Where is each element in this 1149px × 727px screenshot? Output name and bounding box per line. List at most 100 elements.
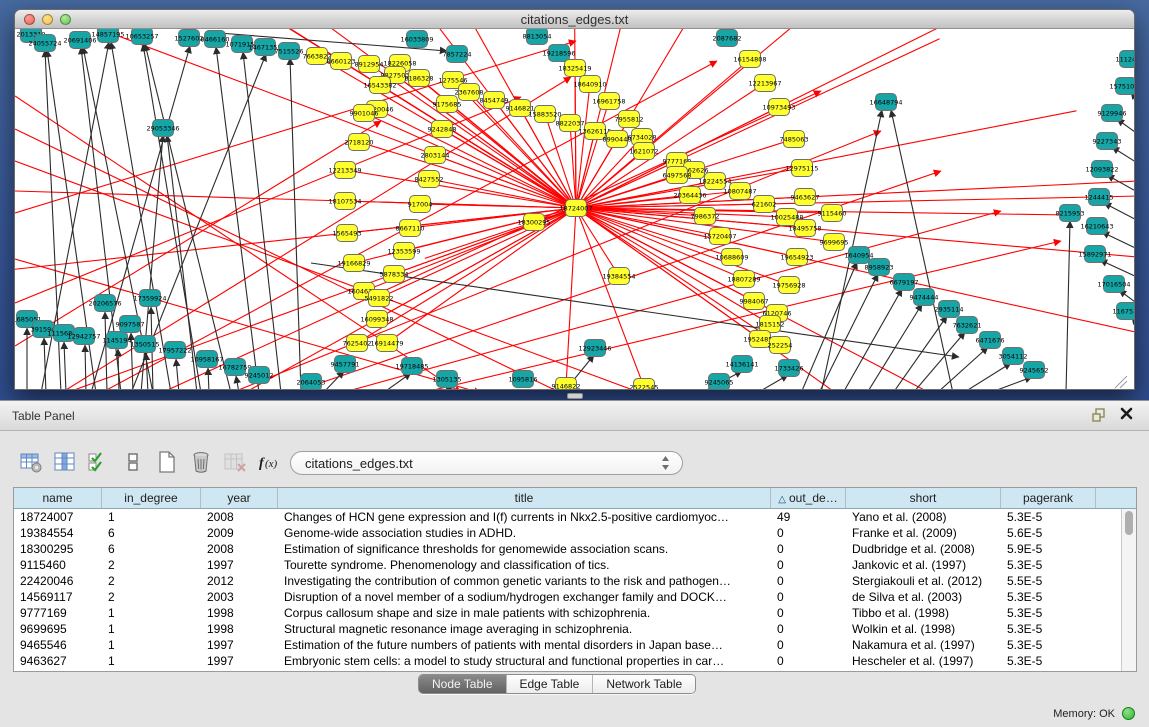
table-row[interactable]: 946362711997Embryonic stem cells: a mode… xyxy=(14,653,1136,669)
cell-out_de[interactable]: 0 xyxy=(771,557,846,573)
cell-pagerank[interactable]: 5.3E-5 xyxy=(1001,509,1096,525)
graph-node[interactable]: 10688609 xyxy=(715,249,748,266)
cell-out_de[interactable]: 0 xyxy=(771,589,846,605)
graph-node[interactable]: 1815152 xyxy=(756,316,785,333)
cell-out_de[interactable]: 0 xyxy=(771,621,846,637)
graph-node[interactable]: 18325419 xyxy=(558,60,591,77)
cell-title[interactable]: Tourette syndrome. Phenomenology and cla… xyxy=(278,557,771,573)
graph-node[interactable]: 18640910 xyxy=(573,76,606,93)
column-header-pagerank[interactable]: pagerank xyxy=(1001,488,1096,508)
graph-node[interactable]: 1527602 xyxy=(175,30,204,47)
graph-node[interactable]: 9242848 xyxy=(428,121,457,138)
graph-node[interactable]: 9175685 xyxy=(433,96,462,113)
graph-node[interactable]: 8186328 xyxy=(405,70,434,87)
table-row[interactable]: 1830029562008Estimation of significance … xyxy=(14,541,1136,557)
graph-node[interactable]: 9129946 xyxy=(1098,105,1127,122)
graph-node[interactable]: 17016504 xyxy=(1097,276,1130,293)
graph-node[interactable]: 2522545 xyxy=(630,379,659,391)
cell-in_degree[interactable]: 1 xyxy=(102,605,201,621)
cell-title[interactable]: Estimation of the future numbers of pati… xyxy=(278,637,771,653)
cell-in_degree[interactable]: 1 xyxy=(102,637,201,653)
graph-node[interactable]: 1167534 xyxy=(1113,303,1134,320)
cell-pagerank[interactable]: 5.6E-5 xyxy=(1001,525,1096,541)
graph-node[interactable]: 9245652 xyxy=(1020,362,1049,379)
network-canvas[interactable]: 2013310240557242069140614857195106532571… xyxy=(15,29,1134,390)
graph-node[interactable]: 9115460 xyxy=(818,205,847,222)
cell-short[interactable]: de Silva et al. (2003) xyxy=(846,589,1001,605)
cell-pagerank[interactable]: 5.5E-5 xyxy=(1001,573,1096,589)
cell-pagerank[interactable]: 5.3E-5 xyxy=(1001,557,1096,573)
tab-network-table[interactable]: Network Table xyxy=(593,675,695,693)
graph-node[interactable]: 8667110 xyxy=(396,220,425,237)
scrollbar-thumb[interactable] xyxy=(1125,511,1133,535)
graph-node[interactable]: 7485063 xyxy=(780,131,809,148)
graph-node[interactable]: 9245065 xyxy=(705,374,734,391)
cell-name[interactable]: 9115460 xyxy=(14,557,102,573)
table-row[interactable]: 969969511998Structural magnetic resonanc… xyxy=(14,621,1136,637)
cell-year[interactable]: 2009 xyxy=(201,525,278,541)
graph-node[interactable]: 8215953 xyxy=(1056,205,1085,222)
table-row[interactable]: 1938455462009Genome-wide association stu… xyxy=(14,525,1136,541)
cell-out_de[interactable]: 0 xyxy=(771,637,846,653)
graph-node[interactable]: 6471676 xyxy=(976,332,1005,349)
cell-title[interactable]: Estimation of significance thresholds fo… xyxy=(278,541,771,557)
cell-pagerank[interactable]: 5.3E-5 xyxy=(1001,589,1096,605)
graph-node[interactable]: 19218596 xyxy=(542,45,575,62)
cell-year[interactable]: 1998 xyxy=(201,621,278,637)
graph-node[interactable]: 5491822 xyxy=(365,290,394,307)
cell-name[interactable]: 9465546 xyxy=(14,637,102,653)
table-settings-icon[interactable] xyxy=(18,449,43,475)
graph-node[interactable]: 7857224 xyxy=(443,46,472,63)
graph-node[interactable]: 9457791 xyxy=(331,356,360,373)
cell-year[interactable]: 1997 xyxy=(201,557,278,573)
graph-node[interactable]: 2718120 xyxy=(345,134,374,151)
close-panel-icon[interactable] xyxy=(1117,406,1135,424)
cell-out_de[interactable]: 49 xyxy=(771,509,846,525)
graph-node[interactable]: 7515526 xyxy=(275,43,304,60)
graph-node[interactable]: 9901046 xyxy=(350,105,379,122)
graph-node[interactable]: 18107534 xyxy=(328,193,361,210)
tab-edge-table[interactable]: Edge Table xyxy=(507,675,594,693)
cell-pagerank[interactable]: 5.3E-5 xyxy=(1001,653,1096,669)
column-header-in_degree[interactable]: in_degree xyxy=(102,488,201,508)
cell-year[interactable]: 1998 xyxy=(201,605,278,621)
graph-node[interactable]: 17957222 xyxy=(158,342,191,359)
graph-node[interactable]: 9245012 xyxy=(245,367,274,384)
cell-name[interactable]: 9463627 xyxy=(14,653,102,669)
graph-node[interactable]: 6497568 xyxy=(663,167,692,184)
graph-node[interactable]: 7955812 xyxy=(615,111,644,128)
graph-node[interactable]: 12353599 xyxy=(387,243,420,260)
graph-node[interactable]: 1112430 xyxy=(1116,51,1134,68)
graph-node[interactable]: 9699695 xyxy=(820,234,849,251)
column-header-name[interactable]: name xyxy=(14,488,102,508)
cell-year[interactable]: 2003 xyxy=(201,589,278,605)
cell-name[interactable]: 18300295 xyxy=(14,541,102,557)
float-panel-icon[interactable] xyxy=(1091,407,1109,425)
graph-node[interactable]: 7632621 xyxy=(953,317,982,334)
graph-node[interactable]: 7625402 xyxy=(343,335,372,352)
graph-node[interactable]: 1145194 xyxy=(103,332,132,349)
graph-node[interactable]: 19756928 xyxy=(772,277,805,294)
cell-pagerank[interactable]: 5.9E-5 xyxy=(1001,541,1096,557)
function-builder-icon[interactable]: f(x) xyxy=(256,449,281,475)
merge-rows-icon[interactable] xyxy=(120,449,145,475)
graph-node[interactable]: 8912954 xyxy=(355,56,384,73)
graph-node[interactable]: 9097587 xyxy=(116,316,145,333)
delete-column-icon[interactable] xyxy=(188,449,213,475)
network-graph[interactable]: 2013310240557242069140614857195106532571… xyxy=(15,29,1134,390)
graph-node[interactable]: 19384554 xyxy=(602,268,635,285)
graph-node[interactable]: 621602 xyxy=(752,196,777,213)
graph-node[interactable]: 5878334 xyxy=(380,266,409,283)
graph-node[interactable]: 1244415 xyxy=(1085,189,1114,206)
graph-node[interactable]: 9463627 xyxy=(791,189,820,206)
cell-short[interactable]: Tibbo et al. (1998) xyxy=(846,605,1001,621)
cell-short[interactable]: Stergiakouli et al. (2012) xyxy=(846,573,1001,589)
table-row[interactable]: 2242004622012Investigating the contribut… xyxy=(14,573,1136,589)
cell-pagerank[interactable]: 5.3E-5 xyxy=(1001,621,1096,637)
graph-node[interactable]: 20364436 xyxy=(673,187,706,204)
new-column-icon[interactable] xyxy=(154,449,179,475)
cell-name[interactable]: 18724007 xyxy=(14,509,102,525)
canvas-resize-grip[interactable] xyxy=(1115,376,1127,388)
cell-short[interactable]: Hescheler et al. (1997) xyxy=(846,653,1001,669)
cell-out_de[interactable]: 0 xyxy=(771,525,846,541)
